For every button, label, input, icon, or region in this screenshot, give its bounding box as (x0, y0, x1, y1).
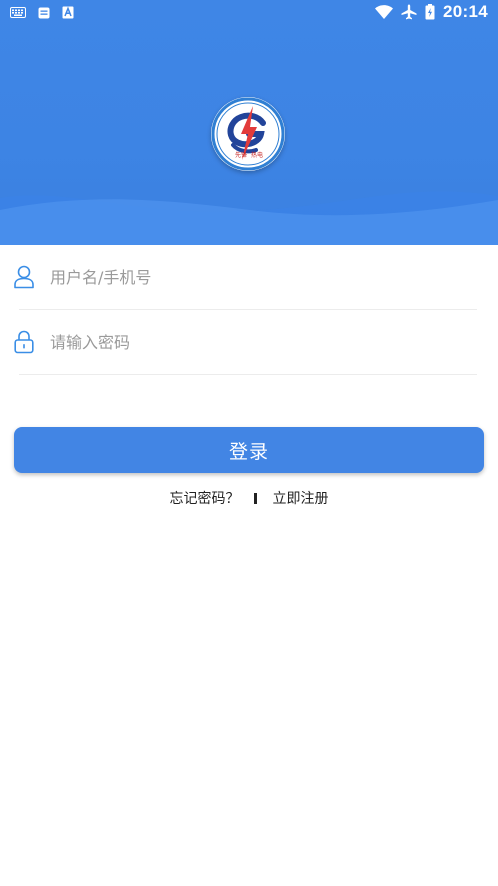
password-input[interactable] (48, 326, 432, 358)
airplane-mode-icon (401, 4, 417, 20)
wifi-icon (375, 5, 394, 19)
text-a-icon (62, 6, 74, 19)
message-icon (38, 7, 50, 18)
status-time: 20:14 (443, 2, 488, 21)
password-row (14, 322, 484, 362)
account-links: 忘记密码？ 立即注册 (0, 487, 498, 509)
header-banner: 20:14 先锋 热电 (0, 0, 498, 245)
svg-text:热电: 热电 (251, 151, 263, 159)
password-divider (19, 374, 477, 375)
username-divider (19, 309, 477, 310)
user-icon (14, 265, 34, 289)
username-input[interactable] (48, 261, 432, 293)
links-separator (253, 492, 257, 504)
lock-icon (14, 330, 34, 354)
login-button[interactable]: 登录 (14, 427, 484, 473)
svg-text:先锋: 先锋 (235, 151, 247, 159)
register-link[interactable]: 立即注册 (273, 488, 329, 508)
company-logo: 先锋 热电 (211, 97, 285, 171)
forgot-password-link[interactable]: 忘记密码？ (170, 488, 240, 508)
username-row (14, 257, 484, 297)
keyboard-icon (10, 7, 26, 18)
header-waves (0, 191, 498, 245)
status-bar: 20:14 (0, 0, 498, 26)
battery-icon (425, 4, 435, 20)
logo-emblem-icon: 先锋 热电 (211, 97, 285, 171)
